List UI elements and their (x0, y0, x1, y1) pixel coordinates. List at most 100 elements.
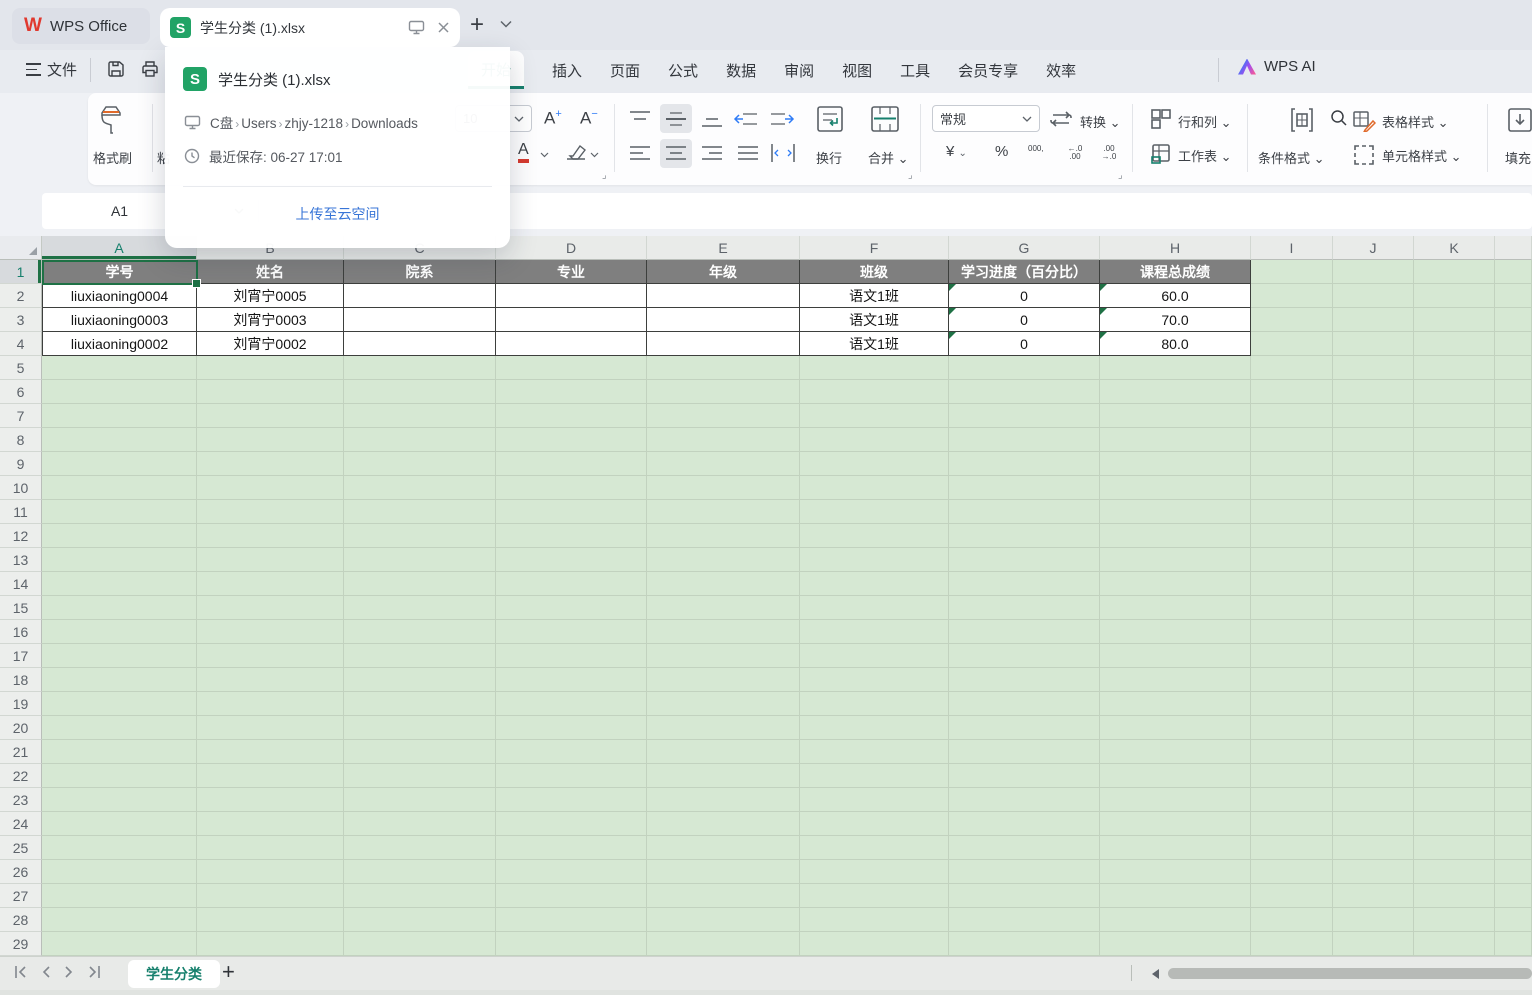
cell-A26[interactable] (42, 860, 197, 884)
cell-I26[interactable] (1251, 860, 1333, 884)
cell-E6[interactable] (647, 380, 800, 404)
cell-I8[interactable] (1251, 428, 1333, 452)
cell-G16[interactable] (949, 620, 1100, 644)
cell-B19[interactable] (197, 692, 344, 716)
cell-E4[interactable] (647, 332, 800, 356)
cell-C19[interactable] (344, 692, 496, 716)
cell-H12[interactable] (1100, 524, 1251, 548)
cell-G12[interactable] (949, 524, 1100, 548)
cell-J4[interactable] (1333, 332, 1414, 356)
cell-J13[interactable] (1333, 548, 1414, 572)
column-header-J[interactable]: J (1333, 236, 1414, 260)
cell-F14[interactable] (800, 572, 949, 596)
cell-J22[interactable] (1333, 764, 1414, 788)
cell-D13[interactable] (496, 548, 647, 572)
cell-A29[interactable] (42, 932, 197, 956)
cell-D15[interactable] (496, 596, 647, 620)
cell-F8[interactable] (800, 428, 949, 452)
cell-E16[interactable] (647, 620, 800, 644)
cell-F2[interactable]: 语文1班 (800, 284, 949, 308)
cell-A17[interactable] (42, 644, 197, 668)
convert-label[interactable]: 转换 ⌄ (1080, 112, 1121, 131)
cell-D10[interactable] (496, 476, 647, 500)
cell-K24[interactable] (1414, 812, 1495, 836)
add-sheet-button[interactable]: + (222, 959, 235, 985)
file-menu[interactable]: 文件 (47, 59, 77, 80)
cell-E19[interactable] (647, 692, 800, 716)
cell-A14[interactable] (42, 572, 197, 596)
cell-B21[interactable] (197, 740, 344, 764)
decrease-font-icon[interactable]: A− (580, 108, 598, 129)
cell-G6[interactable] (949, 380, 1100, 404)
cell-A13[interactable] (42, 548, 197, 572)
cell-F12[interactable] (800, 524, 949, 548)
format-painter-label[interactable]: 格式刷 (93, 148, 132, 167)
cell-B11[interactable] (197, 500, 344, 524)
cell-B28[interactable] (197, 908, 344, 932)
cell-F10[interactable] (800, 476, 949, 500)
cell-X13[interactable] (1495, 548, 1532, 572)
cell-A16[interactable] (42, 620, 197, 644)
cell-F15[interactable] (800, 596, 949, 620)
cell-B14[interactable] (197, 572, 344, 596)
cell-X4[interactable] (1495, 332, 1532, 356)
decrease-decimal-icon[interactable]: .00 →.0 (1096, 145, 1122, 161)
row-header-20[interactable]: 20 (0, 716, 42, 740)
menu-tab-3[interactable]: 公式 (668, 60, 698, 81)
cell-G29[interactable] (949, 932, 1100, 956)
cell-H5[interactable] (1100, 356, 1251, 380)
row-header-11[interactable]: 11 (0, 500, 42, 524)
cell-C12[interactable] (344, 524, 496, 548)
cell-H19[interactable] (1100, 692, 1251, 716)
cell-X28[interactable] (1495, 908, 1532, 932)
rows-columns-icon[interactable] (1150, 108, 1172, 130)
cell-K2[interactable] (1414, 284, 1495, 308)
horizontal-scrollbar-thumb[interactable] (1168, 968, 1532, 979)
font-color-icon[interactable]: A (518, 141, 529, 163)
cell-F4[interactable]: 语文1班 (800, 332, 949, 356)
last-sheet-icon[interactable] (87, 965, 101, 979)
cell-F28[interactable] (800, 908, 949, 932)
cell-H15[interactable] (1100, 596, 1251, 620)
cell-E25[interactable] (647, 836, 800, 860)
wrap-text-label[interactable]: 换行 (816, 148, 842, 167)
cell-G2[interactable]: 0 (949, 284, 1100, 308)
cell-F21[interactable] (800, 740, 949, 764)
cell-D21[interactable] (496, 740, 647, 764)
cell-B13[interactable] (197, 548, 344, 572)
cell-C2[interactable] (344, 284, 496, 308)
cell-C24[interactable] (344, 812, 496, 836)
cell-E20[interactable] (647, 716, 800, 740)
cell-G8[interactable] (949, 428, 1100, 452)
align-right-icon[interactable] (700, 145, 724, 161)
cell-K23[interactable] (1414, 788, 1495, 812)
fill-label[interactable]: 填充 (1505, 148, 1531, 167)
cell-H26[interactable] (1100, 860, 1251, 884)
cell-X24[interactable] (1495, 812, 1532, 836)
cell-E15[interactable] (647, 596, 800, 620)
cell-A4[interactable]: liuxiaoning0002 (42, 332, 197, 356)
cell-X2[interactable] (1495, 284, 1532, 308)
cell-J26[interactable] (1333, 860, 1414, 884)
cell-E7[interactable] (647, 404, 800, 428)
cell-J14[interactable] (1333, 572, 1414, 596)
row-header-4[interactable]: 4 (0, 332, 42, 356)
cell-G4[interactable]: 0 (949, 332, 1100, 356)
cell-H3[interactable]: 70.0 (1100, 308, 1251, 332)
cell-E23[interactable] (647, 788, 800, 812)
cell-X20[interactable] (1495, 716, 1532, 740)
row-header-25[interactable]: 25 (0, 836, 42, 860)
cell-D28[interactable] (496, 908, 647, 932)
cell-J8[interactable] (1333, 428, 1414, 452)
cell-J3[interactable] (1333, 308, 1414, 332)
cell-G15[interactable] (949, 596, 1100, 620)
cell-J7[interactable] (1333, 404, 1414, 428)
cell-H27[interactable] (1100, 884, 1251, 908)
cell-D26[interactable] (496, 860, 647, 884)
cell-K6[interactable] (1414, 380, 1495, 404)
cell-I28[interactable] (1251, 908, 1333, 932)
row-header-2[interactable]: 2 (0, 284, 42, 308)
cell-G1[interactable]: 学习进度（百分比） (949, 260, 1100, 284)
cell-D27[interactable] (496, 884, 647, 908)
cell-I11[interactable] (1251, 500, 1333, 524)
